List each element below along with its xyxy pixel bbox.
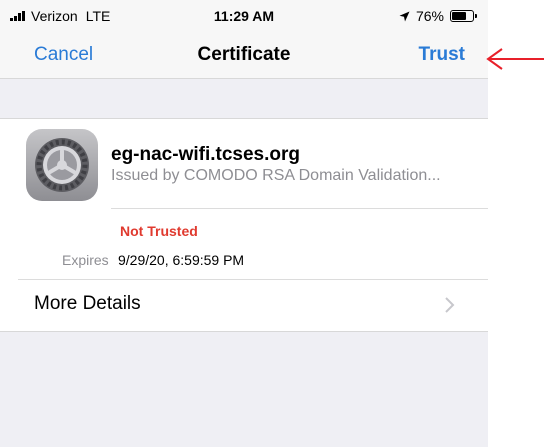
- divider: [111, 208, 488, 209]
- trust-status-label: Not Trusted: [120, 223, 198, 239]
- location-arrow-icon: [399, 11, 410, 21]
- certificate-issuer: Issued by COMODO RSA Domain Validation..…: [111, 167, 441, 184]
- trust-button[interactable]: Trust: [419, 44, 465, 66]
- settings-gear-icon: [26, 129, 98, 201]
- chevron-right-icon: [445, 297, 455, 313]
- certificate-card: eg-nac-wifi.tcses.org Issued by COMODO R…: [0, 118, 488, 332]
- annotation-arrow-icon: [486, 48, 544, 70]
- navigation-bar: Cancel Certificate Trust: [0, 30, 488, 79]
- status-bar: Verizon LTE 11:29 AM 76%: [0, 0, 488, 30]
- more-details-row[interactable]: More Details: [0, 280, 488, 330]
- more-details-label: More Details: [34, 293, 141, 314]
- status-right: 76%: [399, 8, 477, 24]
- page-title: Certificate: [197, 44, 291, 65]
- phone-screen: Verizon LTE 11:29 AM 76% Cancel Certific…: [0, 0, 488, 447]
- expires-value: 9/29/20, 6:59:59 PM: [118, 252, 245, 268]
- expires-label: Expires: [62, 252, 109, 268]
- battery-fill: [452, 12, 466, 20]
- battery-icon: [450, 10, 477, 22]
- certificate-name: eg-nac-wifi.tcses.org: [111, 144, 300, 165]
- battery-percent: 76%: [415, 8, 444, 24]
